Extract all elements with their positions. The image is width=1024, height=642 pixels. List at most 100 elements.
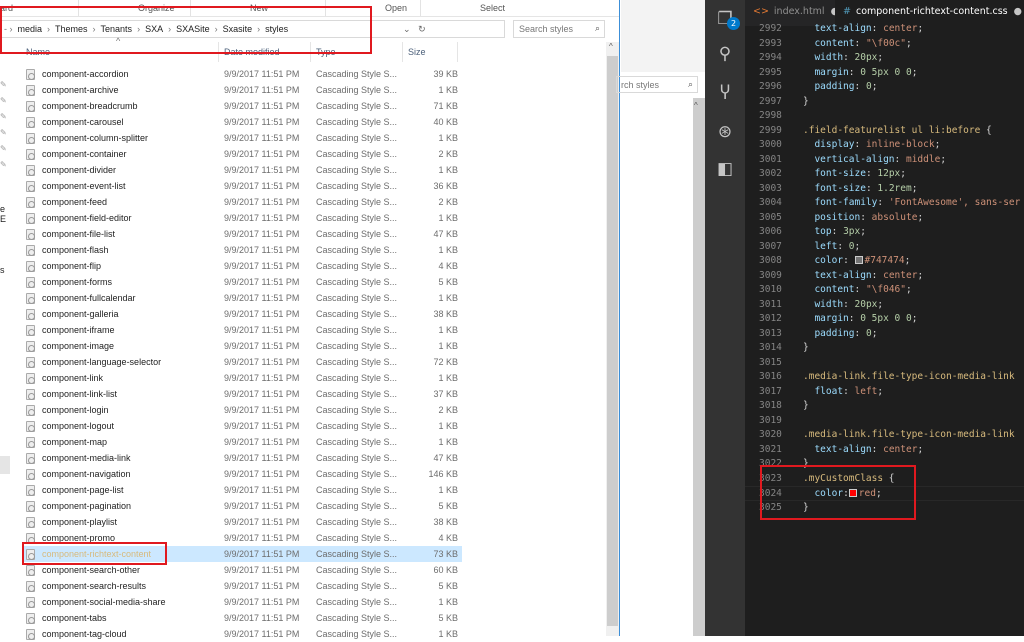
breadcrumb-item[interactable]: Themes (55, 24, 88, 34)
file-row[interactable]: component-accordion 9/9/2017 11:51 PM Ca… (22, 66, 462, 82)
vertical-scrollbar[interactable]: ^ (606, 42, 619, 636)
breadcrumb-item[interactable]: Tenants (101, 24, 133, 34)
nav-item[interactable]: e E (0, 204, 12, 224)
column-date-modified[interactable]: Date modified (224, 47, 280, 57)
file-row[interactable]: component-search-other 9/9/2017 11:51 PM… (22, 562, 462, 578)
file-row[interactable]: component-playlist 9/9/2017 11:51 PM Cas… (22, 514, 462, 530)
breadcrumb-separator-icon[interactable]: › (93, 24, 96, 34)
search-icon[interactable]: ⚲ (714, 43, 736, 65)
file-size: 1 KB (438, 485, 458, 495)
file-row[interactable]: component-divider 9/9/2017 11:51 PM Casc… (22, 162, 462, 178)
search-input[interactable]: Search styles ⌕ (513, 20, 605, 38)
search-placeholder: rch styles (621, 80, 660, 90)
breadcrumb-item[interactable]: media (18, 24, 43, 34)
file-row[interactable]: component-breadcrumb 9/9/2017 11:51 PM C… (22, 98, 462, 114)
file-row[interactable]: component-logout 9/9/2017 11:51 PM Casca… (22, 418, 462, 434)
search-icon[interactable]: ⌕ (595, 23, 600, 34)
pin-icon[interactable]: ✎ (0, 144, 7, 153)
breadcrumb-separator-icon[interactable]: › (168, 24, 171, 34)
file-row[interactable]: component-login 9/9/2017 11:51 PM Cascad… (22, 402, 462, 418)
file-row[interactable]: component-pagination 9/9/2017 11:51 PM C… (22, 498, 462, 514)
file-row[interactable]: component-column-splitter 9/9/2017 11:51… (22, 130, 462, 146)
file-row[interactable]: component-galleria 9/9/2017 11:51 PM Cas… (22, 306, 462, 322)
breadcrumb-separator-icon[interactable]: › (257, 24, 260, 34)
file-row[interactable]: component-tag-cloud 9/9/2017 11:51 PM Ca… (22, 626, 462, 642)
breadcrumb-item[interactable]: SXA (145, 24, 163, 34)
file-row[interactable]: component-navigation 9/9/2017 11:51 PM C… (22, 466, 462, 482)
dropdown-chevron-icon[interactable]: ⌄ (403, 24, 411, 34)
breadcrumb-separator-icon[interactable]: › (137, 24, 140, 34)
file-row[interactable]: component-page-list 9/9/2017 11:51 PM Ca… (22, 482, 462, 498)
file-type: Cascading Style S... (316, 261, 398, 271)
scroll-up-icon[interactable]: ^ (609, 42, 613, 51)
file-row-selected[interactable]: component-richtext-content 9/9/2017 11:5… (22, 546, 462, 562)
file-row[interactable]: component-field-editor 9/9/2017 11:51 PM… (22, 210, 462, 226)
address-bar-breadcrumb[interactable]: - › media › Themes › Tenants › SXA › SXASite › Sxa… (0, 20, 505, 38)
scrollbar-thumb[interactable] (607, 56, 618, 626)
code-token: : (854, 284, 866, 295)
debug-icon[interactable]: ⊛ (714, 121, 736, 143)
unsaved-dot-icon[interactable]: ● (1014, 6, 1022, 17)
file-row[interactable]: component-container 9/9/2017 11:51 PM Ca… (22, 146, 462, 162)
color-swatch-icon[interactable] (848, 489, 857, 497)
file-row[interactable]: component-flash 9/9/2017 11:51 PM Cascad… (22, 242, 462, 258)
file-row[interactable]: component-iframe 9/9/2017 11:51 PM Casca… (22, 322, 462, 338)
file-size: 37 KB (433, 389, 458, 399)
file-date: 9/9/2017 11:51 PM (224, 405, 300, 415)
file-row[interactable]: component-map 9/9/2017 11:51 PM Cascadin… (22, 434, 462, 450)
breadcrumb-overflow[interactable]: - › (4, 24, 13, 34)
breadcrumb-item[interactable]: SXASite (176, 24, 210, 34)
file-row[interactable]: component-archive 9/9/2017 11:51 PM Casc… (22, 82, 462, 98)
code-token: display (814, 139, 855, 150)
breadcrumb-item[interactable]: Sxasite (223, 24, 253, 34)
pin-icon[interactable]: ✎ (0, 80, 7, 89)
file-name: component-feed (42, 197, 108, 207)
file-type: Cascading Style S... (316, 101, 398, 111)
nav-item[interactable]: s (0, 265, 5, 275)
search-icon[interactable]: ⌕ (688, 79, 693, 90)
file-row[interactable]: component-link-list 9/9/2017 11:51 PM Ca… (22, 386, 462, 402)
file-row[interactable]: component-search-results 9/9/2017 11:51 … (22, 578, 462, 594)
file-row[interactable]: component-file-list 9/9/2017 11:51 PM Ca… (22, 226, 462, 242)
breadcrumb-separator-icon[interactable]: › (47, 24, 50, 34)
refresh-icon[interactable]: ↻ (418, 24, 426, 34)
vertical-scrollbar[interactable] (693, 98, 705, 636)
file-row[interactable]: component-social-media-share 9/9/2017 11… (22, 594, 462, 610)
file-row[interactable]: component-event-list 9/9/2017 11:51 PM C… (22, 178, 462, 194)
file-type: Cascading Style S... (316, 597, 398, 607)
file-row[interactable]: component-carousel 9/9/2017 11:51 PM Cas… (22, 114, 462, 130)
pin-icon[interactable]: ✎ (0, 160, 7, 169)
breadcrumb-item[interactable]: styles (265, 24, 288, 34)
file-row[interactable]: component-promo 9/9/2017 11:51 PM Cascad… (22, 530, 462, 546)
file-row[interactable]: component-fullcalendar 9/9/2017 11:51 PM… (22, 290, 462, 306)
css-file-icon (26, 597, 35, 608)
code-token: : (837, 240, 849, 252)
file-row[interactable]: component-media-link 9/9/2017 11:51 PM C… (22, 450, 462, 466)
color-swatch-icon[interactable] (854, 256, 863, 264)
file-type: Cascading Style S... (316, 165, 398, 175)
scroll-up-icon[interactable]: ^ (694, 101, 698, 110)
code-token: 1.2rem (877, 182, 912, 194)
search-input[interactable]: rch styles ⌕ (616, 76, 698, 93)
pin-icon[interactable]: ✎ (0, 112, 7, 121)
source-control-icon[interactable]: Ⴤ (714, 83, 736, 105)
file-row[interactable]: component-feed 9/9/2017 11:51 PM Cascadi… (22, 194, 462, 210)
file-row[interactable]: component-flip 9/9/2017 11:51 PM Cascadi… (22, 258, 462, 274)
file-row[interactable]: component-image 9/9/2017 11:51 PM Cascad… (22, 338, 462, 354)
code-editor[interactable]: 2992 text-align: center; 2993 content: "\… (745, 22, 1024, 515)
pin-icon[interactable]: ✎ (0, 96, 7, 105)
file-row[interactable]: component-language-selector 9/9/2017 11:… (22, 354, 462, 370)
column-type[interactable]: Type (316, 47, 336, 57)
file-row[interactable]: component-forms 9/9/2017 11:51 PM Cascad… (22, 274, 462, 290)
file-row[interactable]: component-link 9/9/2017 11:51 PM Cascadi… (22, 370, 462, 386)
breadcrumb-separator-icon[interactable]: › (215, 24, 218, 34)
line-number: 2999 (759, 124, 782, 136)
extensions-icon[interactable]: ◧ (714, 158, 736, 180)
column-name[interactable]: Name (26, 47, 50, 57)
column-size[interactable]: Size (408, 47, 426, 57)
code-line: 3016 .media-link.file-type-icon-media-lin… (745, 370, 1024, 385)
file-row[interactable]: component-tabs 9/9/2017 11:51 PM Cascadi… (22, 610, 462, 626)
nav-selected-item[interactable] (0, 456, 10, 474)
pin-icon[interactable]: ✎ (0, 128, 7, 137)
